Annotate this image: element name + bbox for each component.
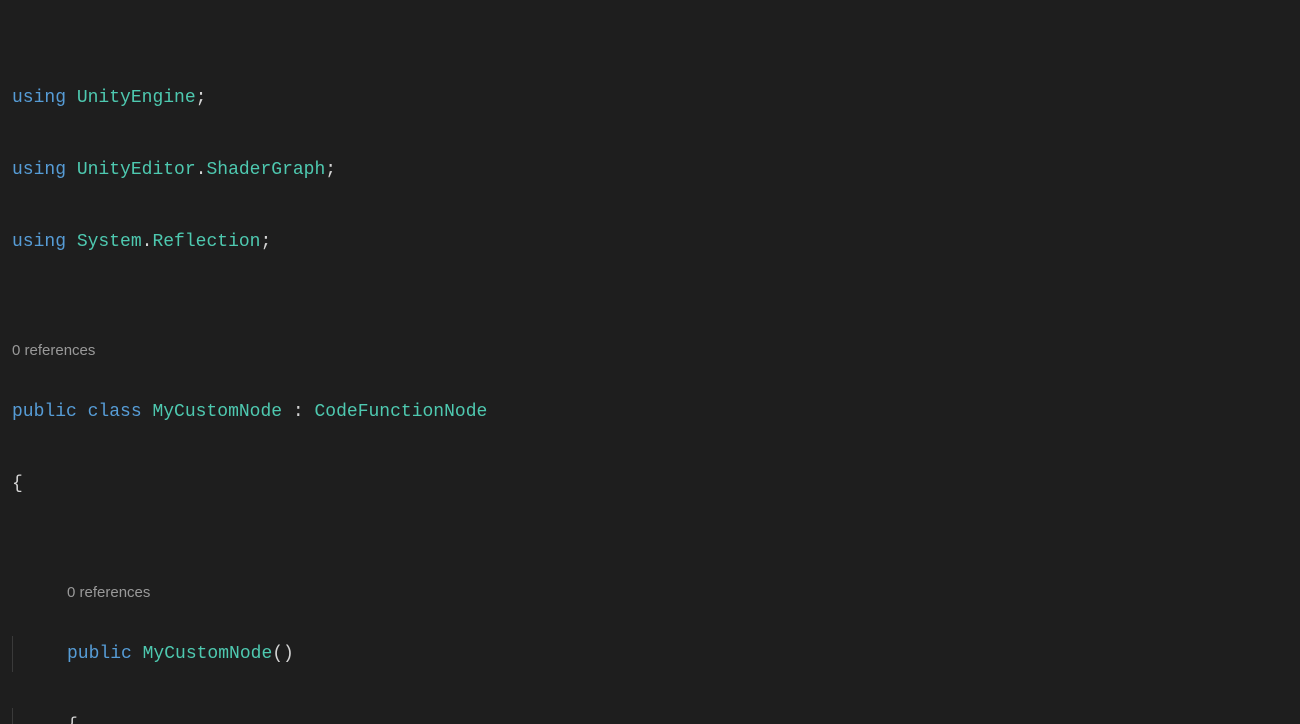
parens: () <box>272 644 294 664</box>
class-name: MyCustomNode <box>152 402 282 422</box>
base-class: CodeFunctionNode <box>314 402 487 422</box>
keyword-class: class <box>88 402 142 422</box>
code-editor[interactable]: using UnityEngine; using UnityEditor.Sha… <box>0 0 1300 724</box>
namespace: UnityEditor <box>77 160 196 180</box>
semicolon: ; <box>260 232 271 252</box>
namespace: ShaderGraph <box>206 160 325 180</box>
semicolon: ; <box>196 88 207 108</box>
keyword-public: public <box>12 402 77 422</box>
colon: : <box>282 402 314 422</box>
constructor-name: MyCustomNode <box>143 644 273 664</box>
dot: . <box>196 160 207 180</box>
code-line[interactable]: public class MyCustomNode : CodeFunction… <box>12 394 1288 430</box>
code-line[interactable]: { <box>12 708 1288 724</box>
keyword-public: public <box>67 644 132 664</box>
code-line[interactable]: using UnityEditor.ShaderGraph; <box>12 152 1288 188</box>
namespace: System <box>77 232 142 252</box>
keyword-using: using <box>12 88 66 108</box>
namespace: Reflection <box>152 232 260 252</box>
semicolon: ; <box>325 160 336 180</box>
code-line[interactable]: using UnityEngine; <box>12 80 1288 116</box>
code-line[interactable]: { <box>12 466 1288 502</box>
code-line[interactable]: public MyCustomNode() <box>12 636 1288 672</box>
keyword-using: using <box>12 160 66 180</box>
dot: . <box>142 232 153 252</box>
namespace: UnityEngine <box>77 88 196 108</box>
brace-open: { <box>12 474 23 494</box>
code-line[interactable]: using System.Reflection; <box>12 224 1288 260</box>
keyword-using: using <box>12 232 66 252</box>
brace-open: { <box>67 716 78 724</box>
codelens[interactable]: 0 references <box>12 582 1288 604</box>
codelens[interactable]: 0 references <box>12 340 1288 362</box>
